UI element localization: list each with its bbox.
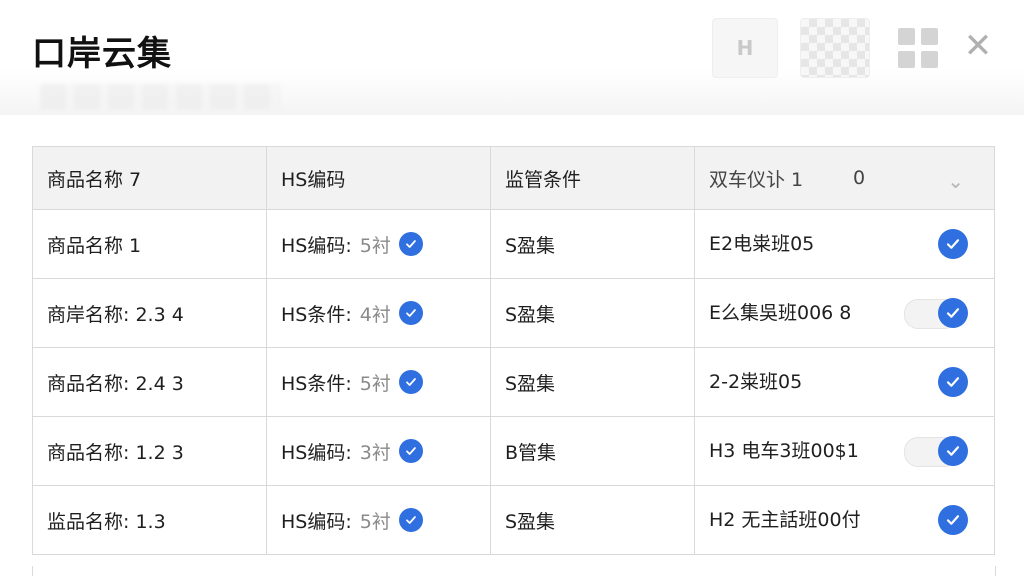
check-circle-icon[interactable] (938, 229, 968, 259)
qr-code-button[interactable] (800, 18, 870, 78)
check-circle-icon[interactable] (938, 298, 968, 328)
chevron-down-icon[interactable]: ⌄ (947, 169, 964, 193)
table-row[interactable]: 商岸名称: 2.3 4 HS条件: 4衬 S盈集 E么集吳班006 8 (32, 278, 995, 348)
code-text: H3 电车3班00$1 (709, 440, 859, 462)
goods-name-cell: 商岸名称: 2.3 4 (32, 278, 267, 348)
goods-table: 商品名称 7 HS编码 监管条件 双车仪讣 1 0 ⌄ 商品名称 1 HS编码: 5… (32, 146, 995, 555)
condition-cell: S盈集 (490, 278, 695, 348)
code-text: E2电粜班05 (709, 233, 815, 255)
condition-cell: B管集 (490, 416, 695, 486)
code-cell: E2电粜班05 (694, 209, 995, 279)
check-circle-icon (398, 439, 423, 463)
table-row[interactable]: 商品名称 1 HS编码: 5衬 S盈集 E2电粜班05 (32, 209, 995, 279)
hs-code-cell: HS编码: 5衬 (266, 485, 491, 555)
hs-code-value: 5衬 (359, 510, 391, 533)
blurred-subtitle (40, 84, 280, 110)
table-row[interactable]: 商品名称: 2.4 3 HS条件: 5衬 S盈集 2-2粜班05 (32, 347, 995, 417)
goods-name-cell: 商品名称: 2.4 3 (32, 347, 267, 417)
check-circle-icon[interactable] (938, 367, 968, 397)
hs-code-cell: HS条件: 5衬 (266, 347, 491, 417)
hs-code-label: HS条件: (281, 303, 352, 326)
close-icon[interactable]: ✕ (960, 24, 996, 68)
hs-code-value: 5衬 (359, 372, 391, 395)
code-cell: H3 电车3班00$1 (694, 416, 995, 486)
goods-name-cell: 监品名称: 1.3 (32, 485, 267, 555)
code-text: 2-2粜班05 (709, 371, 803, 393)
goods-name-cell: 商品名称 1 (32, 209, 267, 279)
goods-name-cell: 商品名称: 1.2 3 (32, 416, 267, 486)
hs-code-value: 4衬 (359, 303, 391, 326)
hs-code-value: 5衬 (359, 234, 391, 257)
code-cell: E么集吳班006 8 (694, 278, 995, 348)
condition-cell: S盈集 (490, 347, 695, 417)
check-circle-icon[interactable] (938, 436, 968, 466)
condition-cell: S盈集 (490, 209, 695, 279)
top-bar: 口岸云集 H ✕ (0, 0, 1024, 115)
header-column-4-label: 双车仪讣 1 (709, 168, 804, 191)
grid-icon[interactable] (898, 28, 938, 68)
hs-code-label: HS编码: (281, 510, 352, 533)
table-row[interactable]: 商品名称: 1.2 3 HS编码: 3衬 B管集 H3 电车3班00$1 (32, 416, 995, 486)
check-circle-icon (398, 508, 423, 532)
table-header-row: 商品名称 7 HS编码 监管条件 双车仪讣 1 0 ⌄ (32, 146, 995, 210)
condition-cell: S盈集 (490, 485, 695, 555)
header-column-4-count: 0 (853, 167, 866, 189)
check-circle-icon[interactable] (938, 505, 968, 535)
hs-code-cell: HS编码: 5衬 (266, 209, 491, 279)
header-hs-code[interactable]: HS编码 (266, 146, 491, 210)
hs-code-cell: HS条件: 4衬 (266, 278, 491, 348)
code-text: H2 无主話班00付 (709, 509, 861, 531)
hs-code-label: HS条件: (281, 372, 352, 395)
table-continuation (32, 566, 996, 576)
hs-code-label: HS编码: (281, 441, 352, 464)
check-circle-icon (398, 370, 423, 394)
toolbar-button[interactable]: H (712, 18, 778, 78)
code-text: E么集吳班006 8 (709, 302, 852, 324)
code-cell: 2-2粜班05 (694, 347, 995, 417)
check-circle-icon (398, 232, 423, 256)
table-row[interactable]: 监品名称: 1.3 HS编码: 5衬 S盈集 H2 无主話班00付 (32, 485, 995, 555)
check-circle-icon (398, 301, 423, 325)
app-title: 口岸云集 (32, 34, 172, 74)
header-supervision-condition[interactable]: 监管条件 (490, 146, 695, 210)
header-goods-name[interactable]: 商品名称 7 (32, 146, 267, 210)
hs-code-cell: HS编码: 3衬 (266, 416, 491, 486)
hs-code-label: HS编码: (281, 234, 352, 257)
header-column-4[interactable]: 双车仪讣 1 0 ⌄ (694, 146, 995, 210)
hs-code-value: 3衬 (359, 441, 391, 464)
code-cell: H2 无主話班00付 (694, 485, 995, 555)
